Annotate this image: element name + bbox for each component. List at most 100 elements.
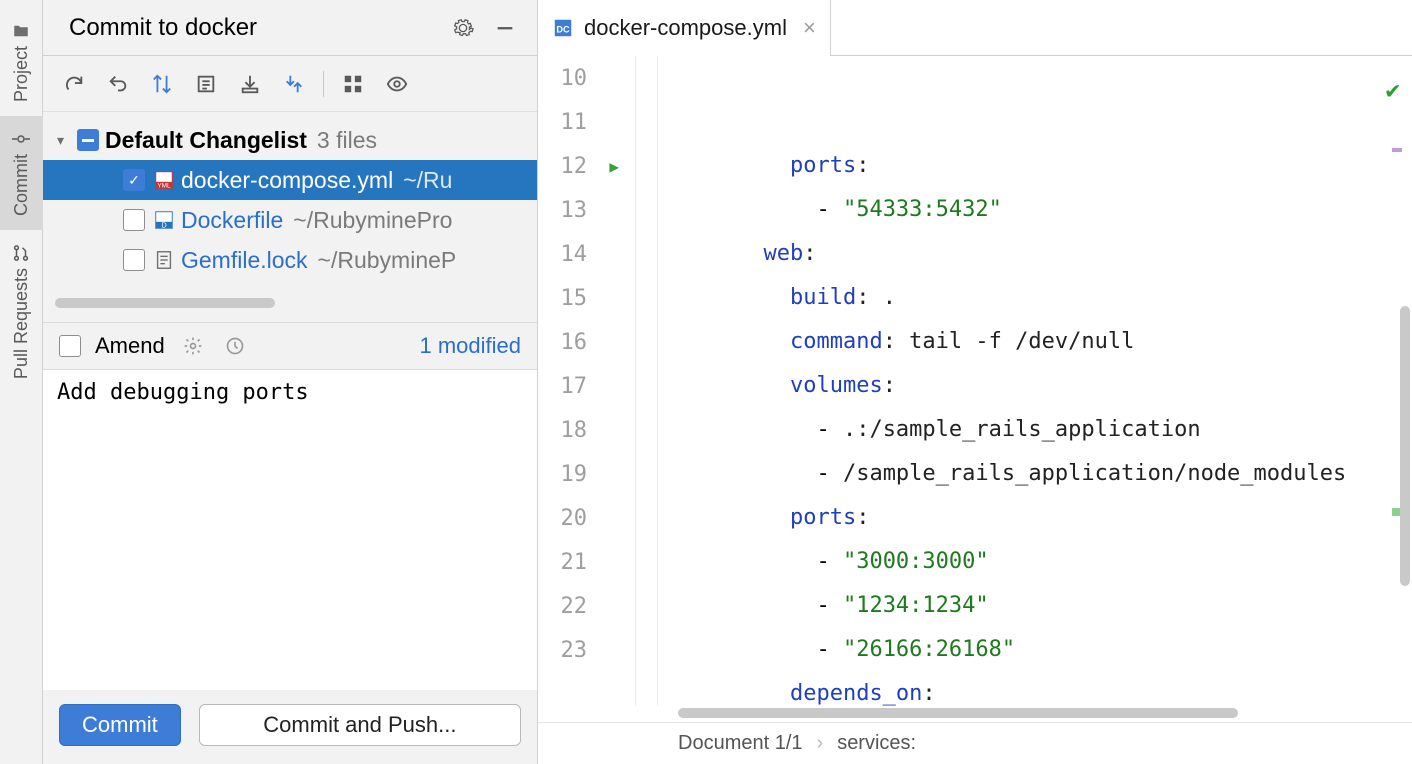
modified-count-link[interactable]: 1 modified xyxy=(419,333,521,359)
breadcrumb-separator-icon: › xyxy=(817,732,824,755)
tab-docker-compose[interactable]: DC docker-compose.yml × xyxy=(538,0,831,55)
minimize-icon[interactable] xyxy=(491,14,519,42)
changelist-count: 3 files xyxy=(317,127,377,154)
changelist-name: Default Changelist xyxy=(105,127,307,154)
rail-project-label: Project xyxy=(11,46,32,102)
run-gutter-icon[interactable]: ▶ xyxy=(609,157,619,176)
svg-text:YML: YML xyxy=(157,182,171,189)
changelist-checkbox[interactable] xyxy=(77,129,99,151)
commit-tool-window: Commit to docker ▾ Default Changelist 3 … xyxy=(43,0,538,764)
editor-vertical-scrollbar[interactable] xyxy=(1400,306,1410,586)
file-type-icon: D xyxy=(153,209,175,231)
code-line[interactable]: web: xyxy=(684,232,1412,276)
changes-horizontal-scrollbar[interactable] xyxy=(55,298,525,312)
file-row[interactable]: D Dockerfile ~/RubyminePro xyxy=(43,200,537,240)
gutter-line[interactable]: 11 xyxy=(538,100,657,144)
changes-tree: ▾ Default Changelist 3 files ✓YMLdocker-… xyxy=(43,112,537,280)
file-row[interactable]: ✓YMLdocker-compose.yml~/Ru xyxy=(43,160,537,200)
refresh-icon[interactable] xyxy=(55,65,93,103)
changelist-icon[interactable] xyxy=(187,65,225,103)
file-checkbox[interactable] xyxy=(123,249,145,271)
yaml-file-icon: DC xyxy=(552,17,574,39)
commit-icon xyxy=(12,130,30,148)
editor-tab-bar: DC docker-compose.yml × xyxy=(538,0,1412,56)
rail-commit-label: Commit xyxy=(11,154,32,216)
gutter-line[interactable]: 10 xyxy=(538,56,657,100)
editor-body: 101112▶1314151617181920212223 ports: - "… xyxy=(538,56,1412,706)
commit-and-push-button[interactable]: Commit and Push... xyxy=(199,704,521,746)
code-line[interactable]: build: . xyxy=(684,276,1412,320)
gutter-line[interactable]: 23 xyxy=(538,628,657,672)
gutter-line[interactable]: 22 xyxy=(538,584,657,628)
breadcrumb-path: services: xyxy=(837,732,916,755)
commit-options-gear-icon[interactable] xyxy=(179,332,207,360)
code-line[interactable]: - "54333:5432" xyxy=(684,188,1412,232)
rail-project[interactable]: Project xyxy=(11,8,32,116)
file-name: Dockerfile xyxy=(181,207,283,234)
changelist-row[interactable]: ▾ Default Changelist 3 files xyxy=(43,120,537,160)
svg-text:DC: DC xyxy=(556,24,570,34)
rail-pull-requests-label: Pull Requests xyxy=(11,268,32,379)
file-path: ~/RubyminePro xyxy=(293,207,452,234)
rail-commit[interactable]: Commit xyxy=(0,116,43,230)
code-line[interactable]: - "3000:3000" xyxy=(684,540,1412,584)
gear-icon[interactable] xyxy=(449,14,477,42)
commit-toolbar xyxy=(43,56,537,112)
gutter-line[interactable]: 18 xyxy=(538,408,657,452)
close-icon[interactable]: × xyxy=(803,15,816,41)
shelve-icon[interactable] xyxy=(231,65,269,103)
commit-history-icon[interactable] xyxy=(221,332,249,360)
file-type-icon: YML xyxy=(153,169,175,191)
file-checkbox[interactable]: ✓ xyxy=(123,169,145,191)
gutter-line[interactable]: 12▶ xyxy=(538,144,657,188)
gutter-line[interactable]: 20 xyxy=(538,496,657,540)
file-path: ~/RubymineP xyxy=(318,247,457,274)
editor-gutter[interactable]: 101112▶1314151617181920212223 xyxy=(538,56,658,706)
code-line[interactable]: - "26166:26168" xyxy=(684,628,1412,672)
gutter-line[interactable]: 21 xyxy=(538,540,657,584)
code-line[interactable]: depends_on: xyxy=(684,672,1412,706)
diff-icon[interactable] xyxy=(143,65,181,103)
inspection-ok-icon[interactable]: ✔ xyxy=(1386,68,1400,112)
unshelve-icon[interactable] xyxy=(275,65,313,103)
chevron-down-icon[interactable]: ▾ xyxy=(57,132,77,149)
gutter-line[interactable]: 15 xyxy=(538,276,657,320)
gutter-line[interactable]: 19 xyxy=(538,452,657,496)
commit-header: Commit to docker xyxy=(43,0,537,56)
code-line[interactable]: - .:/sample_rails_application xyxy=(684,408,1412,452)
editor-horizontal-scrollbar[interactable] xyxy=(678,706,1398,720)
file-type-icon xyxy=(153,249,175,271)
gutter-line[interactable]: 17 xyxy=(538,364,657,408)
code-line[interactable]: ports: xyxy=(684,144,1412,188)
marker-stripe[interactable] xyxy=(1392,148,1402,152)
editor-pane: DC docker-compose.yml × 101112▶131415161… xyxy=(538,0,1412,764)
rail-pull-requests[interactable]: Pull Requests xyxy=(11,230,32,393)
toolbar-separator xyxy=(323,71,324,97)
code-area[interactable]: ports: - "54333:5432" web: build: . comm… xyxy=(658,56,1412,706)
view-options-icon[interactable] xyxy=(378,65,416,103)
gutter-line[interactable]: 16 xyxy=(538,320,657,364)
breadcrumb-doc: Document 1/1 xyxy=(678,732,803,755)
breadcrumb[interactable]: Document 1/1 › services: xyxy=(538,722,1412,764)
commit-actions: Commit Commit and Push... xyxy=(43,690,537,764)
code-line[interactable]: volumes: xyxy=(684,364,1412,408)
code-line[interactable]: - /sample_rails_application/node_modules xyxy=(684,452,1412,496)
rollback-icon[interactable] xyxy=(99,65,137,103)
gutter-line[interactable]: 13 xyxy=(538,188,657,232)
group-by-icon[interactable] xyxy=(334,65,372,103)
file-row[interactable]: Gemfile.lock~/RubymineP xyxy=(43,240,537,280)
svg-text:D: D xyxy=(161,220,166,229)
amend-label: Amend xyxy=(95,333,165,359)
amend-row: Amend 1 modified xyxy=(43,322,537,370)
code-line[interactable]: ports: xyxy=(684,496,1412,540)
pull-request-icon xyxy=(12,244,30,262)
file-checkbox[interactable] xyxy=(123,209,145,231)
code-line[interactable]: command: tail -f /dev/null xyxy=(684,320,1412,364)
left-tool-rail: Project Commit Pull Requests xyxy=(0,0,43,764)
commit-title: Commit to docker xyxy=(69,14,435,42)
commit-message-input[interactable] xyxy=(43,370,537,690)
gutter-line[interactable]: 14 xyxy=(538,232,657,276)
code-line[interactable]: - "1234:1234" xyxy=(684,584,1412,628)
amend-checkbox[interactable] xyxy=(59,335,81,357)
commit-button[interactable]: Commit xyxy=(59,704,181,746)
